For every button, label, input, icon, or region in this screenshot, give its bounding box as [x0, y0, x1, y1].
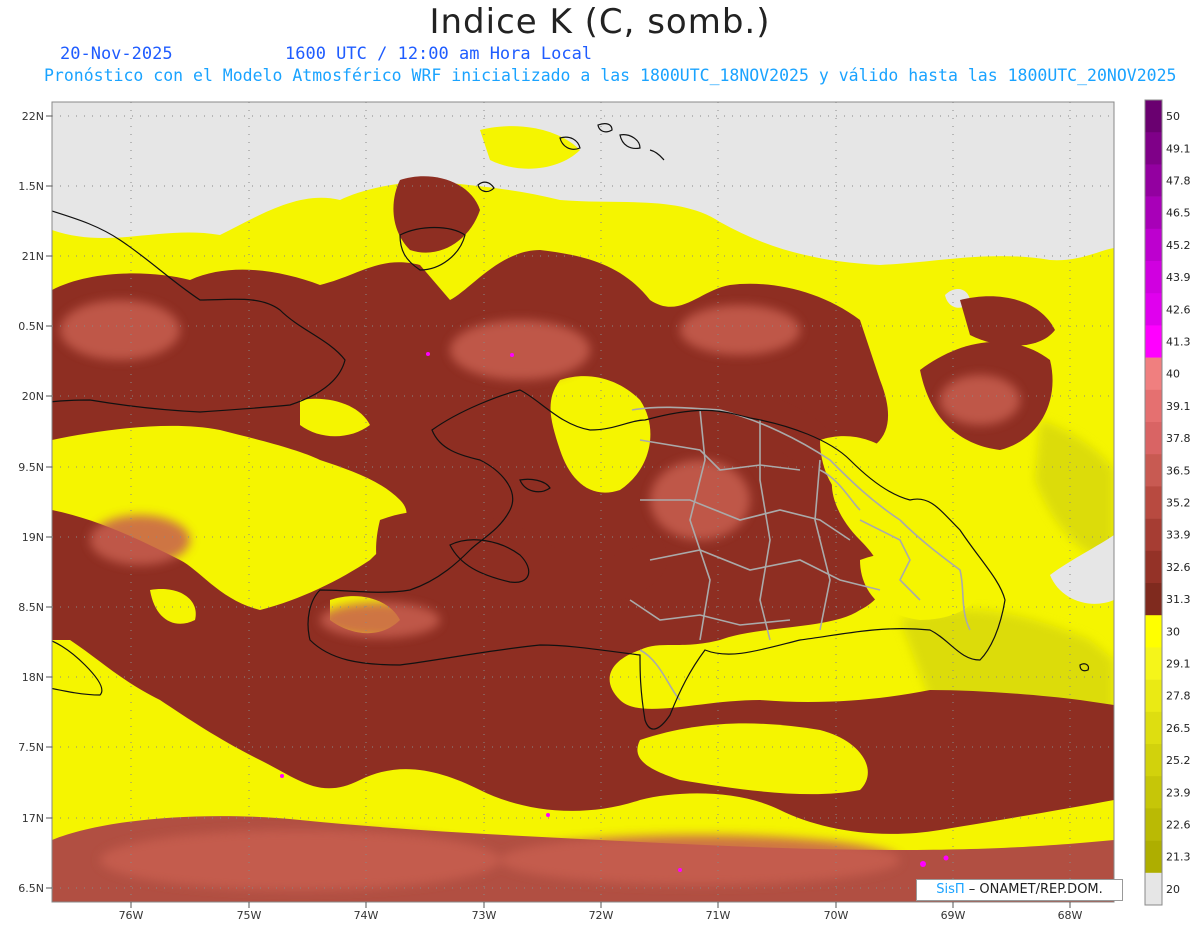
colorbar-label: 29.1 — [1166, 658, 1191, 671]
colorbar-label: 25.2 — [1166, 754, 1191, 767]
colorbar-label: 23.9 — [1166, 786, 1191, 799]
longitude-labels: 76W 75W 74W 73W 72W 71W 70W 69W 68W — [119, 909, 1083, 922]
colorbar-swatch — [1145, 196, 1162, 230]
lon-label: 73W — [472, 909, 497, 922]
colorbar-swatch — [1145, 389, 1162, 423]
colorbar-label: 27.8 — [1166, 690, 1191, 703]
colorbar-swatch — [1145, 776, 1162, 809]
colorbar: 50 49.1 47.8 46.5 45.2 43.9 42.6 41.3 40 39.1 37.8… — [1144, 99, 1191, 906]
colorbar-swatch — [1145, 872, 1162, 906]
latitude-labels: 22N 1.5N 21N 0.5N 20N 9.5N 19N 8.5N 18N … — [18, 110, 44, 895]
colorbar-swatch — [1145, 840, 1162, 874]
colorbar-label: 49.1 — [1166, 142, 1191, 155]
colorbar-swatch — [1145, 228, 1162, 262]
lon-label: 74W — [354, 909, 379, 922]
colorbar-swatch — [1145, 518, 1162, 552]
colorbar-label: 35.2 — [1166, 497, 1191, 510]
colorbar-label: 20 — [1166, 883, 1180, 896]
lon-label: 72W — [589, 909, 614, 922]
colorbar-label: 32.6 — [1166, 561, 1191, 574]
lon-label: 68W — [1058, 909, 1083, 922]
colorbar-label: 33.9 — [1166, 529, 1191, 542]
lon-label: 69W — [941, 909, 966, 922]
lat-label: 6.5N — [18, 882, 44, 895]
colorbar-swatch — [1145, 454, 1162, 487]
lon-label: 75W — [237, 909, 262, 922]
lat-label: 0.5N — [18, 320, 44, 333]
colorbar-swatch — [1145, 550, 1162, 584]
colorbar-swatch — [1145, 261, 1162, 294]
colorbar-swatch — [1145, 744, 1162, 777]
colorbar-label: 30 — [1166, 625, 1180, 638]
colorbar-swatch — [1145, 293, 1162, 326]
lat-label: 17N — [22, 812, 44, 825]
colorbar-label: 50 — [1166, 110, 1180, 123]
lat-label: 8.5N — [18, 601, 44, 614]
colorbar-swatch — [1145, 615, 1162, 648]
colorbar-swatch — [1145, 647, 1162, 680]
colorbar-swatch — [1145, 100, 1162, 133]
credit-logo: SisΠ — [936, 882, 965, 897]
colorbar-label: 39.1 — [1166, 400, 1191, 413]
map-field — [52, 102, 1114, 902]
credit-box: SisΠ – ONAMET/REP.DOM. — [916, 879, 1123, 901]
lat-label: 21N — [22, 250, 44, 263]
colorbar-label: 31.3 — [1166, 593, 1191, 606]
lat-label: 18N — [22, 671, 44, 684]
colorbar-swatch — [1145, 325, 1162, 358]
lat-label: 7.5N — [18, 741, 44, 754]
colorbar-label: 47.8 — [1166, 175, 1191, 188]
colorbar-swatch — [1145, 808, 1162, 841]
lat-label: 19N — [22, 531, 44, 544]
colorbar-swatch — [1145, 164, 1162, 197]
colorbar-label: 22.6 — [1166, 819, 1191, 832]
colorbar-swatch — [1145, 711, 1162, 745]
colorbar-label: 36.5 — [1166, 464, 1191, 477]
colorbar-label: 46.5 — [1166, 207, 1191, 220]
colorbar-swatch — [1145, 422, 1162, 455]
colorbar-label: 21.3 — [1166, 851, 1191, 864]
colorbar-label: 45.2 — [1166, 239, 1191, 252]
colorbar-label: 42.6 — [1166, 303, 1191, 316]
colorbar-swatch — [1145, 486, 1162, 519]
colorbar-label: 26.5 — [1166, 722, 1191, 735]
lat-label: 20N — [22, 390, 44, 403]
colorbar-label: 37.8 — [1166, 432, 1191, 445]
lat-label: 1.5N — [18, 180, 44, 193]
lon-label: 70W — [824, 909, 849, 922]
lon-label: 76W — [119, 909, 144, 922]
colorbar-swatch — [1145, 583, 1162, 616]
colorbar-swatch — [1145, 357, 1162, 391]
colorbar-swatch — [1145, 132, 1162, 165]
credit-text: – ONAMET/REP.DOM. — [964, 882, 1103, 897]
lat-label: 9.5N — [18, 461, 44, 474]
lat-label: 22N — [22, 110, 44, 123]
colorbar-label: 40 — [1166, 368, 1180, 381]
colorbar-label: 43.9 — [1166, 271, 1191, 284]
colorbar-swatch — [1145, 679, 1162, 713]
k-index-map: 22N 1.5N 21N 0.5N 20N 9.5N 19N 8.5N 18N … — [18, 99, 1191, 922]
lon-label: 71W — [706, 909, 731, 922]
colorbar-label: 41.3 — [1166, 336, 1191, 349]
